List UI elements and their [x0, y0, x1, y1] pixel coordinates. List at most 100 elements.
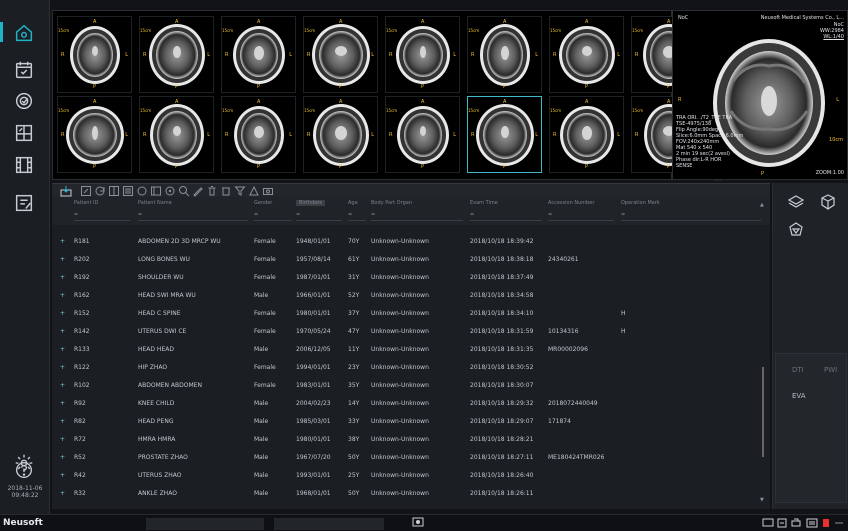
col-accession[interactable]: Accession Number	[548, 200, 594, 206]
table-row[interactable]: + R82 HEAD PENG Male 1985/03/01 33Y Unknown-Un…	[52, 413, 770, 431]
help-icon[interactable]	[11, 457, 37, 483]
filter-gender[interactable]: =	[254, 212, 292, 221]
expand-icon[interactable]: +	[60, 364, 65, 371]
expand-icon[interactable]: +	[60, 436, 65, 443]
compare-icon[interactable]	[108, 185, 120, 197]
mri-thumbnail[interactable]: APRL15cm	[139, 16, 214, 93]
expand-icon[interactable]: +	[60, 292, 65, 299]
mri-thumbnail[interactable]: APRL15cm	[57, 16, 132, 93]
filter-accession[interactable]: =	[548, 212, 614, 221]
expand-icon[interactable]: +	[60, 238, 65, 245]
expand-icon[interactable]: +	[60, 328, 65, 335]
monitor-icon[interactable]	[762, 518, 774, 528]
col-operation-mark[interactable]: Operation Mark	[621, 200, 660, 206]
col-age[interactable]: Age	[348, 200, 358, 206]
cube-icon[interactable]	[819, 193, 837, 211]
col-patient-id[interactable]: Patient ID	[74, 200, 98, 206]
report-icon[interactable]	[11, 190, 37, 216]
film-icon[interactable]	[11, 152, 37, 178]
network-icon[interactable]	[776, 518, 788, 528]
image-viewer-grid[interactable]: A P R L 15cm A P R L 15cm A P R L 15cm A P R L 15cm A P R L 15cm…	[52, 10, 722, 181]
filter-age[interactable]: =	[348, 212, 366, 221]
filter-patient-name[interactable]: =	[138, 212, 248, 221]
import-icon[interactable]	[60, 185, 72, 197]
filter-icon[interactable]	[234, 185, 246, 197]
tray-icon[interactable]	[834, 518, 844, 528]
eva-item[interactable]: EVA	[792, 392, 806, 400]
mri-thumbnail[interactable]: APRL15cm	[385, 16, 460, 93]
expand-icon[interactable]: +	[60, 346, 65, 353]
volume-icon[interactable]	[787, 221, 805, 239]
archive-icon[interactable]	[150, 185, 162, 197]
mri-thumbnail[interactable]: APRL15cm	[467, 96, 542, 173]
edit-icon[interactable]	[80, 185, 92, 197]
scroll-up-icon[interactable]: ▲	[760, 202, 764, 208]
tab-pwi[interactable]: PWI	[824, 366, 837, 374]
filter-operation-mark[interactable]: =	[621, 212, 761, 221]
table-row[interactable]: + R122 HIP ZHAO Female 1994/01/01 23Y Unknown-…	[52, 359, 770, 377]
filter-body-part[interactable]: =	[371, 212, 463, 221]
col-patient-name[interactable]: Patient Name	[138, 200, 172, 206]
col-gender[interactable]: Gender	[254, 200, 272, 206]
mri-thumbnail[interactable]: APRL15cm	[139, 96, 214, 173]
list-icon[interactable]	[122, 185, 134, 197]
mri-thumbnail[interactable]: APRL15cm	[303, 16, 378, 93]
filter-birthdate[interactable]: =	[296, 212, 342, 221]
mri-thumbnail[interactable]: APRL15cm	[549, 16, 624, 93]
mri-thumbnail[interactable]: APRL15cm	[385, 96, 460, 173]
expand-icon[interactable]: +	[60, 256, 65, 263]
table-row[interactable]: + R42 UTERUS ZHAO Male 1993/01/01 25Y Unknown-…	[52, 467, 770, 485]
filter-patient-id[interactable]: =	[74, 212, 130, 221]
patient-tab-slot[interactable]	[274, 518, 384, 530]
trash-icon[interactable]	[220, 185, 232, 197]
filter-exam-time[interactable]: =	[470, 212, 542, 221]
main-image-view[interactable]: NoC Neusoft Medical Systems Co., L... No…	[672, 10, 848, 180]
expand-icon[interactable]: +	[60, 274, 65, 281]
message-icon[interactable]	[806, 518, 818, 528]
mri-thumbnail[interactable]: APRL15cm	[221, 16, 296, 93]
table-row[interactable]: + R181 ABDOMEN 2D 3D MRCP WU Female 1948/01/…	[52, 233, 770, 251]
expand-icon[interactable]: +	[60, 382, 65, 389]
col-exam-time[interactable]: Exam Time	[470, 200, 498, 206]
pencil-icon[interactable]	[192, 185, 204, 197]
table-row[interactable]: + R202 LONG BONES WU Female 1957/08/14 61Y Unk…	[52, 251, 770, 269]
expand-icon[interactable]: +	[60, 454, 65, 461]
alert-status-icon[interactable]	[822, 518, 830, 528]
screen-icon[interactable]	[412, 517, 424, 527]
tab-dti[interactable]: DTI	[792, 366, 804, 374]
expand-icon[interactable]: +	[60, 418, 65, 425]
table-row[interactable]: + R152 HEAD C SPINE Female 1980/01/01 37Y Unkn…	[52, 305, 770, 323]
layout-icon[interactable]	[11, 120, 37, 146]
search-icon[interactable]	[178, 185, 190, 197]
table-row[interactable]: + R192 SHOULDER WU Female 1987/01/01 31Y Unkno…	[52, 269, 770, 287]
table-row[interactable]: + R142 UTERUS DWI CE Female 1970/05/24 47Y Unk…	[52, 323, 770, 341]
table-row[interactable]: + R162 HEAD SWI MRA WU Male 1966/01/01 52Y Unk…	[52, 287, 770, 305]
print-icon[interactable]	[790, 518, 802, 528]
worklist-icon[interactable]	[11, 57, 37, 83]
scroll-down-icon[interactable]: ▼	[760, 497, 764, 503]
expand-icon[interactable]: +	[60, 310, 65, 317]
layers-icon[interactable]	[787, 193, 805, 211]
table-row[interactable]: + R52 PROSTATE ZHAO Male 1967/07/20 50Y Unknow…	[52, 449, 770, 467]
table-row[interactable]: + R32 ANKLE ZHAO Male 1968/01/01 50Y Unknown-U…	[52, 485, 770, 503]
expand-icon[interactable]: +	[60, 400, 65, 407]
table-scrollbar[interactable]	[762, 367, 764, 457]
expand-icon[interactable]: +	[60, 472, 65, 479]
table-row[interactable]: + R72 HMRA HMRA Male 1980/01/01 38Y Unknown-Un…	[52, 431, 770, 449]
anonymize-icon[interactable]	[248, 185, 260, 197]
home-icon[interactable]	[11, 20, 37, 46]
mri-thumbnail[interactable]: APRL15cm	[57, 96, 132, 173]
table-row[interactable]: + R102 ABDOMEN ABDOMEN Female 1983/01/01 35Y U…	[52, 377, 770, 395]
mri-thumbnail[interactable]: APRL15cm	[549, 96, 624, 173]
delete-icon[interactable]	[206, 185, 218, 197]
mri-thumbnail[interactable]: APRL15cm	[467, 16, 542, 93]
mri-thumbnail[interactable]: APRL15cm	[221, 96, 296, 173]
query-icon[interactable]	[164, 185, 176, 197]
camera-icon[interactable]	[262, 185, 274, 197]
expand-icon[interactable]: +	[60, 490, 65, 497]
col-birthdate[interactable]: Birthdate	[296, 200, 326, 206]
table-row[interactable]: + R92 KNEE CHILD Male 2004/02/23 14Y Unknown-U…	[52, 395, 770, 413]
sync-icon[interactable]	[136, 185, 148, 197]
review-icon[interactable]	[11, 88, 37, 114]
patient-tab-slot[interactable]	[146, 518, 264, 530]
